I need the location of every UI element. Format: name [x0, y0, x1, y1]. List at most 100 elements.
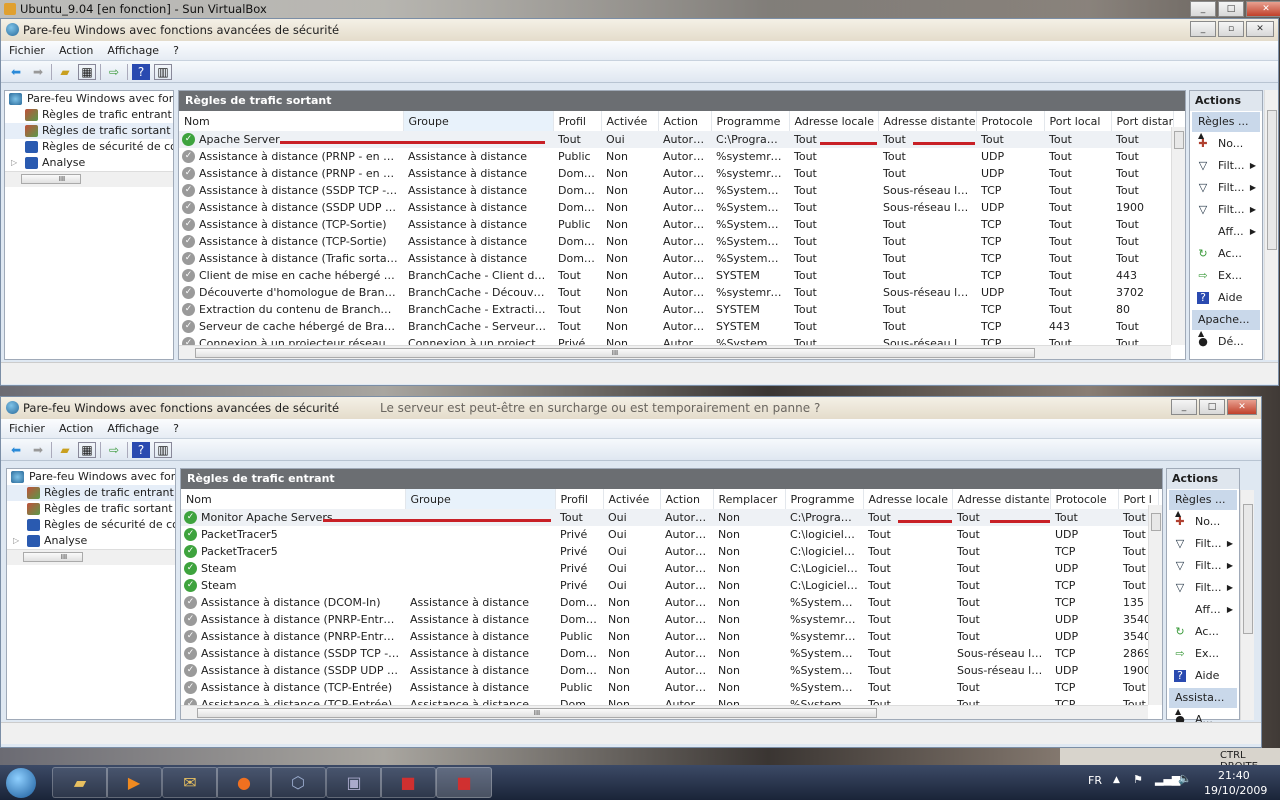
- column-header-0[interactable]: Nom: [179, 111, 404, 131]
- action-item[interactable]: Aff... ▶: [1167, 599, 1239, 621]
- column-header-5[interactable]: Remplacer: [713, 489, 786, 509]
- horizontal-scrollbar[interactable]: III: [181, 705, 1148, 719]
- tree-horizontal-scrollbar[interactable]: III: [5, 171, 173, 187]
- tree-item-monitoring[interactable]: ▷ Analyse: [5, 155, 173, 171]
- action-item[interactable]: ↻ Ac...: [1190, 243, 1262, 265]
- table-row[interactable]: ✓ Assistance à distance (PRNP - en sortie…: [179, 165, 1173, 182]
- actions-group-rules[interactable]: Règles ... ▲: [1169, 490, 1237, 518]
- column-header-5[interactable]: Programme: [711, 111, 790, 131]
- column-header-2[interactable]: Profil: [555, 489, 604, 509]
- tree-root[interactable]: Pare-feu Windows avec fonctio: [7, 469, 175, 485]
- close-button[interactable]: ✕: [1246, 21, 1274, 37]
- table-row[interactable]: ✓ PacketTracer5 Privé Oui Autoriser Non C:\log…: [181, 543, 1158, 560]
- column-header-8[interactable]: Protocole: [976, 111, 1045, 131]
- close-button[interactable]: ✕: [1246, 1, 1280, 17]
- table-row[interactable]: ✓ Client de mise en cache hébergé de Bran…: [179, 267, 1173, 284]
- clock-time[interactable]: 21:40: [1218, 769, 1250, 782]
- table-row[interactable]: ✓ Assistance à distance (PRNP - en sortie…: [179, 148, 1173, 165]
- export-icon[interactable]: ⇨: [105, 442, 123, 458]
- taskbar-mail[interactable]: ✉: [162, 767, 218, 798]
- show-hide-action-pane-icon[interactable]: ▥: [154, 63, 172, 80]
- table-row[interactable]: ✓ Monitor Apache Servers Tout Oui Autoriser N…: [181, 509, 1158, 526]
- action-item[interactable]: ▽ Filt... ▶: [1190, 155, 1262, 177]
- column-header-7[interactable]: Adresse distante: [878, 111, 977, 131]
- up-folder-icon[interactable]: ▰: [56, 442, 74, 458]
- actions-scrollbar[interactable]: [1240, 490, 1254, 720]
- menu-affichage[interactable]: Affichage: [107, 422, 159, 435]
- volume-icon[interactable]: 🔈: [1178, 772, 1192, 785]
- menu-affichage[interactable]: Affichage: [107, 44, 159, 57]
- column-header-3[interactable]: Activée: [603, 489, 661, 509]
- table-row[interactable]: ✓ Assistance à distance (SSDP TCP - en en…: [181, 645, 1158, 662]
- action-item[interactable]: ✚ No...: [1190, 133, 1262, 155]
- table-row[interactable]: ✓ Steam Privé Oui Autoriser Non C:\Logiciels\.…: [181, 577, 1158, 594]
- table-row[interactable]: ✓ Assistance à distance (DCOM-In) Assistan…: [181, 594, 1158, 611]
- vertical-scrollbar[interactable]: [1171, 127, 1185, 345]
- maximize-button[interactable]: □: [1218, 1, 1244, 17]
- table-row[interactable]: ✓ Assistance à distance (TCP-Sortie) Assis…: [179, 233, 1173, 250]
- column-header-6[interactable]: Adresse locale: [789, 111, 879, 131]
- table-row[interactable]: ✓ Découverte d'homologue de BranchCac... B…: [179, 284, 1173, 301]
- menu-fichier[interactable]: Fichier: [9, 422, 45, 435]
- action-item[interactable]: ● Dé...: [1190, 331, 1262, 353]
- action-item[interactable]: ⇨ Ex...: [1190, 265, 1262, 287]
- tree-root[interactable]: Pare-feu Windows avec fonctio: [5, 91, 173, 107]
- vertical-scrollbar[interactable]: [1148, 505, 1162, 705]
- taskbar-explorer[interactable]: ▰: [52, 767, 108, 798]
- close-button[interactable]: ✕: [1227, 399, 1257, 415]
- column-header-3[interactable]: Activée: [601, 111, 659, 131]
- table-row[interactable]: ✓ Assistance à distance (SSDP UDP - en so…: [179, 199, 1173, 216]
- expand-arrow-icon[interactable]: ▷: [11, 155, 17, 171]
- column-header-10[interactable]: Port distant: [1111, 111, 1174, 131]
- column-header-8[interactable]: Adresse distante: [952, 489, 1051, 509]
- tree-item-outbound[interactable]: Règles de trafic sortant: [5, 123, 173, 139]
- help-icon[interactable]: ?: [132, 63, 150, 80]
- table-row[interactable]: ✓ Assistance à distance (PNRP-Entrant) Ass…: [181, 628, 1158, 645]
- language-indicator[interactable]: FR: [1088, 774, 1102, 787]
- column-header-4[interactable]: Action: [660, 489, 714, 509]
- column-header-1[interactable]: Groupe: [405, 489, 556, 509]
- back-arrow-icon[interactable]: ⬅: [7, 442, 25, 458]
- taskbar-toolbox-1[interactable]: ■: [380, 767, 436, 798]
- restore-button[interactable]: ▫: [1218, 21, 1244, 37]
- action-item[interactable]: ⇨ Ex...: [1167, 643, 1239, 665]
- back-arrow-icon[interactable]: ⬅: [7, 64, 25, 80]
- menu-action[interactable]: Action: [59, 422, 93, 435]
- action-center-flag-icon[interactable]: ⚑: [1133, 773, 1143, 786]
- show-hide-tree-icon[interactable]: ▦: [78, 63, 96, 80]
- tree-item-inbound[interactable]: Règles de trafic entrant: [7, 485, 175, 501]
- network-signal-icon[interactable]: ▂▄▆: [1155, 773, 1180, 786]
- actions-scrollbar[interactable]: [1264, 90, 1278, 360]
- table-row[interactable]: ✓ Steam Privé Oui Autoriser Non C:\Logiciels\.…: [181, 560, 1158, 577]
- up-folder-icon[interactable]: ▰: [56, 64, 74, 80]
- column-header-1[interactable]: Groupe: [403, 111, 554, 131]
- export-icon[interactable]: ⇨: [105, 64, 123, 80]
- action-item[interactable]: Aff... ▶: [1190, 221, 1262, 243]
- taskbar-toolbox-2[interactable]: ■: [436, 767, 492, 798]
- actions-group-selection[interactable]: Apache... ▲: [1192, 310, 1260, 338]
- table-row[interactable]: ✓ Serveur de cache hébergé de BranchCac..…: [179, 318, 1173, 335]
- tree-horizontal-scrollbar[interactable]: III: [7, 549, 175, 565]
- column-header-4[interactable]: Action: [658, 111, 712, 131]
- table-row[interactable]: ✓ Assistance à distance (PNRP-Entrant) Ass…: [181, 611, 1158, 628]
- action-item[interactable]: ▽ Filt... ▶: [1190, 177, 1262, 199]
- actions-group-selection[interactable]: Assista... ▲: [1169, 688, 1237, 716]
- maximize-button[interactable]: □: [1199, 399, 1225, 415]
- taskbar-network[interactable]: ▣: [326, 767, 382, 798]
- tree-item-outbound[interactable]: Règles de trafic sortant: [7, 501, 175, 517]
- expand-arrow-icon[interactable]: ▷: [13, 533, 19, 549]
- tree-item-connection-security[interactable]: Règles de sécurité de conne: [7, 517, 175, 533]
- taskbar-media-player[interactable]: ▶: [106, 767, 162, 798]
- start-button[interactable]: [6, 768, 36, 798]
- horizontal-scrollbar[interactable]: III: [179, 345, 1171, 359]
- action-item[interactable]: ? Aide: [1190, 287, 1262, 309]
- show-hidden-icons[interactable]: ▲: [1113, 775, 1120, 785]
- tree-item-connection-security[interactable]: Règles de sécurité de conne: [5, 139, 173, 155]
- menu-help[interactable]: ?: [173, 44, 179, 57]
- taskbar-virtualbox[interactable]: ⬡: [270, 767, 326, 798]
- actions-group-rules[interactable]: Règles ... ▲: [1192, 112, 1260, 140]
- tree-item-monitoring[interactable]: ▷ Analyse: [7, 533, 175, 549]
- column-header-9[interactable]: Protocole: [1050, 489, 1119, 509]
- action-item[interactable]: ↻ Ac...: [1167, 621, 1239, 643]
- action-item[interactable]: ▽ Filt... ▶: [1167, 577, 1239, 599]
